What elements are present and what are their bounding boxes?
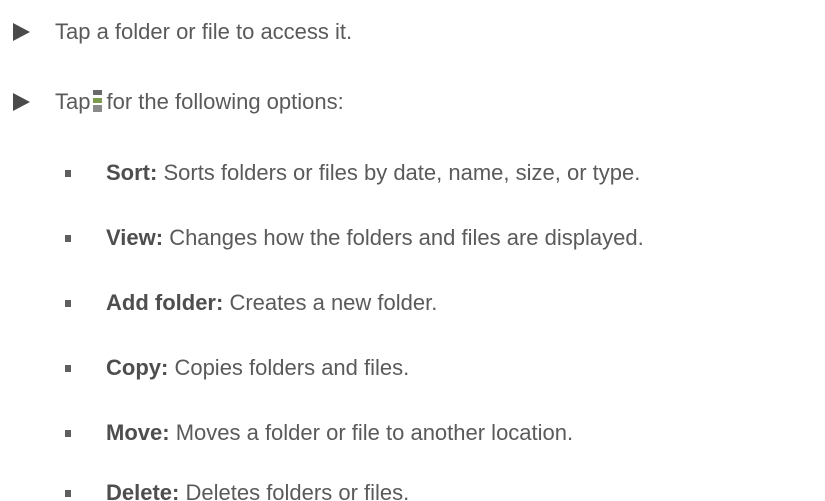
option-item: Add folder: Creates a new folder. (106, 290, 437, 316)
step-text-after: for the following options: (106, 89, 344, 114)
bullet-square-icon (65, 365, 71, 372)
option-desc: Copies folders and files. (174, 355, 410, 380)
option-term: View: (106, 225, 164, 250)
option-item: Copy: Copies folders and files. (106, 355, 409, 381)
step-text-before: Tap (55, 89, 91, 114)
bullet-square-icon (65, 490, 71, 497)
bullet-square-icon (65, 235, 71, 242)
option-desc: Creates a new folder. (229, 290, 438, 315)
bullet-square-icon (65, 170, 71, 177)
option-desc: Changes how the folders and files are di… (169, 225, 644, 250)
bullet-square-icon (65, 300, 71, 307)
option-item: Sort: Sorts folders or files by date, na… (106, 160, 640, 186)
option-desc: Moves a folder or file to another locati… (175, 420, 574, 445)
option-term: Delete: (106, 480, 180, 501)
step-text: Tap for the following options: (55, 89, 344, 115)
step-arrow-icon (13, 93, 30, 111)
option-term: Move: (106, 420, 170, 445)
step-arrow-icon (13, 23, 30, 41)
overflow-menu-icon (93, 89, 103, 113)
option-item: View: Changes how the folders and files … (106, 225, 644, 251)
option-term: Copy: (106, 355, 169, 380)
option-desc: Deletes folders or files. (185, 480, 410, 501)
option-desc: Sorts folders or files by date, name, si… (163, 160, 641, 185)
step-text: Tap a folder or file to access it. (55, 19, 353, 44)
option-item: Move: Moves a folder or file to another … (106, 420, 573, 446)
bullet-square-icon (65, 430, 71, 437)
option-term: Add folder: (106, 290, 224, 315)
option-item: Delete: Deletes folders or files. (106, 480, 409, 501)
option-term: Sort: (106, 160, 158, 185)
